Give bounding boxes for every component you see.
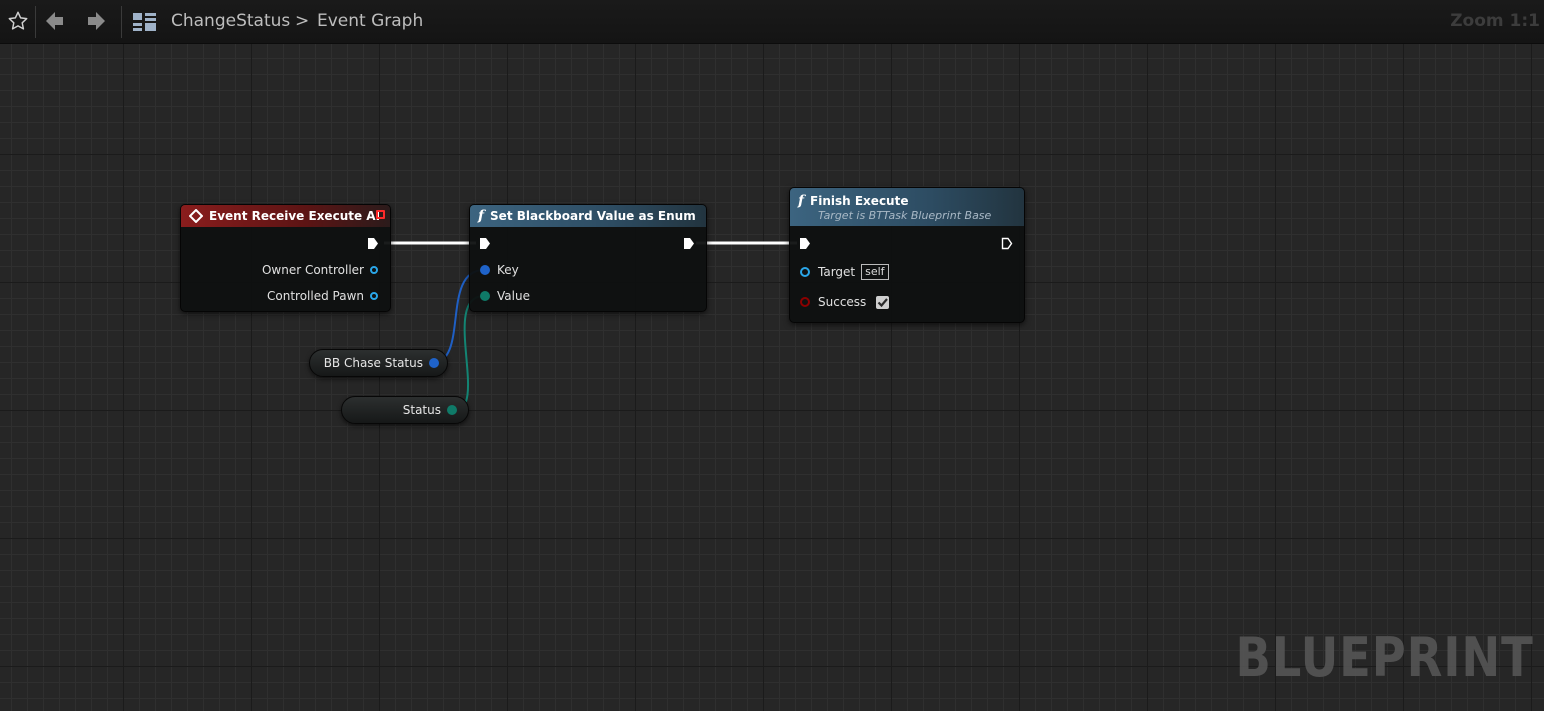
variable-label: BB Chase Status bbox=[323, 356, 423, 370]
bool-pin-icon bbox=[800, 297, 810, 307]
delegate-pin[interactable] bbox=[376, 210, 385, 219]
pin-label: Target bbox=[818, 265, 856, 279]
node-header: f Set Blackboard Value as Enum bbox=[470, 205, 706, 227]
exec-out-pin[interactable] bbox=[367, 237, 379, 250]
blueprint-graph-icon bbox=[133, 13, 156, 31]
pin-label: Value bbox=[497, 289, 530, 303]
node-header: Event Receive Execute AI bbox=[181, 205, 390, 227]
value-pin[interactable]: Value bbox=[480, 289, 530, 303]
pin-label: Success bbox=[818, 295, 867, 309]
graph-type-button[interactable] bbox=[130, 6, 160, 36]
back-button[interactable] bbox=[40, 6, 70, 36]
bb-chase-status-variable-node[interactable]: BB Chase Status bbox=[309, 349, 448, 377]
finish-execute-node[interactable]: f Finish Execute Target is BTTask Bluepr… bbox=[789, 187, 1025, 323]
struct-pin-icon bbox=[480, 265, 490, 275]
set-blackboard-value-as-enum-node[interactable]: f Set Blackboard Value as Enum Key Value bbox=[469, 204, 707, 312]
node-title: Set Blackboard Value as Enum bbox=[490, 209, 696, 223]
function-icon: f bbox=[798, 192, 805, 209]
event-graph-canvas[interactable]: BLUEPRINT bbox=[0, 44, 1544, 711]
toolbar-separator bbox=[35, 6, 36, 38]
exec-in-pin[interactable] bbox=[479, 237, 491, 250]
arrow-left-icon bbox=[46, 12, 63, 30]
breadcrumb-blueprint[interactable]: ChangeStatus bbox=[171, 11, 290, 31]
controlled-pawn-pin[interactable]: Controlled Pawn bbox=[267, 289, 378, 303]
breadcrumb-separator: > bbox=[295, 11, 310, 31]
node-title: Finish Execute bbox=[810, 193, 909, 208]
status-variable-node[interactable]: Status bbox=[341, 396, 469, 424]
arrow-right-icon bbox=[88, 12, 105, 30]
object-pin-icon bbox=[370, 292, 378, 300]
variable-label: Status bbox=[402, 403, 441, 417]
key-pin[interactable]: Key bbox=[480, 263, 519, 277]
exec-in-pin[interactable] bbox=[799, 237, 811, 250]
object-pin-icon bbox=[800, 267, 810, 277]
blueprint-watermark: BLUEPRINT bbox=[1235, 626, 1534, 689]
success-pin[interactable]: Success bbox=[800, 295, 890, 309]
owner-controller-pin[interactable]: Owner Controller bbox=[262, 263, 378, 277]
toolbar-separator bbox=[121, 6, 122, 38]
event-diamond-icon bbox=[189, 209, 203, 223]
enum-pin-icon bbox=[480, 291, 490, 301]
pin-label: Controlled Pawn bbox=[267, 289, 364, 303]
node-header: f Finish Execute Target is BTTask Bluepr… bbox=[790, 188, 1024, 226]
breadcrumb-graph[interactable]: Event Graph bbox=[317, 11, 423, 31]
star-icon bbox=[8, 11, 28, 30]
zoom-level: Zoom 1:1 bbox=[1450, 11, 1540, 31]
node-subtitle: Target is BTTask Blueprint Base bbox=[818, 208, 992, 222]
exec-out-pin[interactable] bbox=[683, 237, 695, 250]
struct-pin-icon[interactable] bbox=[429, 358, 439, 368]
node-title: Event Receive Execute AI bbox=[209, 209, 381, 223]
event-receive-execute-ai-node[interactable]: Event Receive Execute AI Owner Controlle… bbox=[180, 204, 391, 312]
target-default-value[interactable]: self bbox=[861, 264, 889, 280]
enum-pin-icon[interactable] bbox=[447, 405, 457, 415]
pin-label: Key bbox=[497, 263, 519, 277]
exec-out-pin[interactable] bbox=[1001, 237, 1013, 250]
object-pin-icon bbox=[370, 266, 378, 274]
favorite-button[interactable] bbox=[3, 6, 33, 36]
success-checkbox[interactable] bbox=[876, 295, 890, 309]
checkmark-icon bbox=[878, 297, 889, 307]
forward-button[interactable] bbox=[81, 6, 111, 36]
function-icon: f bbox=[478, 208, 485, 224]
graph-toolbar: ChangeStatus > Event Graph Zoom 1:1 bbox=[0, 0, 1544, 44]
pin-label: Owner Controller bbox=[261, 263, 364, 277]
target-pin[interactable]: Target self bbox=[800, 264, 889, 280]
